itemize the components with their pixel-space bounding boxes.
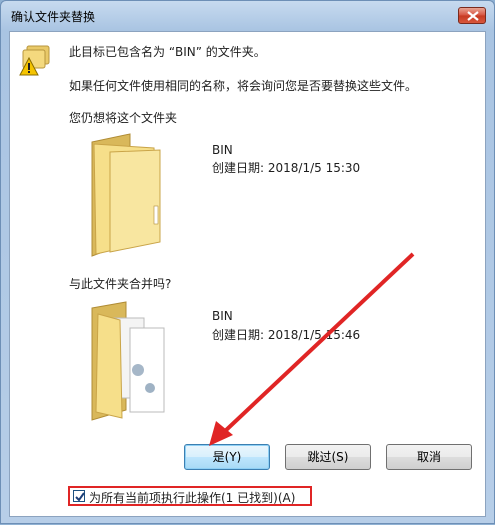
question-keep-folder: 您仍想将这个文件夹 [69,111,178,125]
new-folder-created: 创建日期: 2018/1/5 15:46 [212,328,361,342]
cancel-button[interactable]: 取消 [386,444,472,470]
existing-folder-icon[interactable] [80,130,170,260]
existing-folder-name: BIN [212,143,233,157]
apply-to-all-row[interactable]: 为所有当前项执行此操作(1 已找到)(A) [68,486,312,506]
dialog-content: 此目标已包含名为 “BIN” 的文件夹。 如果任何文件使用相同的名称，将会询问您… [9,31,486,517]
apply-to-all-label: 为所有当前项执行此操作(1 已找到)(A) [89,491,296,505]
message-line-2: 如果任何文件使用相同的名称，将会询问您是否要替换这些文件。 [69,79,418,93]
new-folder-icon[interactable] [80,298,190,428]
apply-to-all-checkbox[interactable] [73,490,85,502]
window-title: 确认文件夹替换 [11,10,96,24]
title-bar[interactable]: 确认文件夹替换 [1,1,494,31]
message-line-1: 此目标已包含名为 “BIN” 的文件夹。 [69,45,266,59]
checkmark-icon [75,492,85,502]
new-folder-name: BIN [212,309,233,323]
close-icon [467,11,479,21]
close-button[interactable] [458,7,486,24]
folder-warning-icon [19,45,50,76]
question-merge-folder: 与此文件夹合并吗? [69,277,172,291]
existing-folder-created: 创建日期: 2018/1/5 15:30 [212,161,361,175]
yes-button[interactable]: 是(Y) [184,444,270,470]
skip-button[interactable]: 跳过(S) [285,444,371,470]
dialog-window: 确认文件夹替换 此目标已包含名为 “BIN” 的文件夹。 如果任何文件使用相同的… [0,0,495,524]
